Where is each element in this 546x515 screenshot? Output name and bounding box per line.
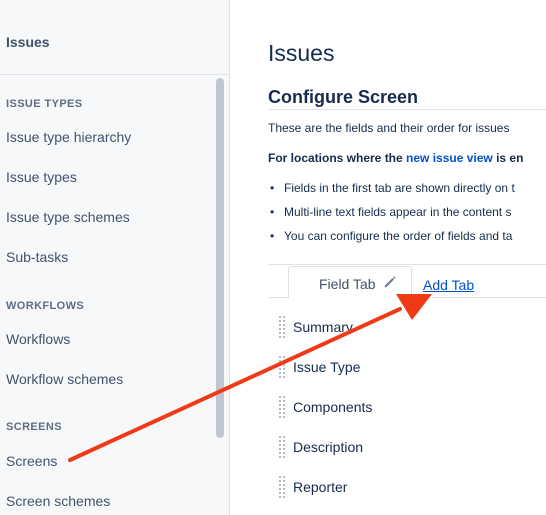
- sidebar-item-workflows[interactable]: Workflows: [6, 331, 70, 347]
- bullet-item: Fields in the first tab are shown direct…: [268, 181, 515, 205]
- sidebar-title: Issues: [6, 34, 50, 50]
- section-heading-workflows: WORKFLOWS: [6, 300, 85, 312]
- note-prefix: For locations where the: [268, 151, 407, 165]
- field-name: Components: [293, 399, 373, 415]
- sidebar-scrollbar[interactable]: [216, 78, 224, 438]
- sidebar: Issues ISSUE TYPES Issue type hierarchy …: [0, 0, 230, 515]
- tab-field-tab[interactable]: Field Tab: [288, 266, 412, 298]
- main-content: Issues Configure Screen These are the fi…: [230, 0, 546, 515]
- drag-handle-icon[interactable]: [278, 395, 286, 421]
- field-tab-label: Field Tab: [319, 276, 376, 292]
- sidebar-item-issue-type-schemes[interactable]: Issue type schemes: [6, 209, 130, 225]
- bullet-item: You can configure the order of fields an…: [268, 229, 515, 253]
- section-heading-issue-types: ISSUE TYPES: [6, 98, 83, 110]
- field-name: Summary: [293, 319, 353, 335]
- sidebar-item-workflow-schemes[interactable]: Workflow schemes: [6, 371, 123, 387]
- add-tab-link[interactable]: Add Tab: [423, 277, 474, 293]
- drag-handle-icon[interactable]: [278, 355, 286, 381]
- drag-handle-icon[interactable]: [278, 435, 286, 461]
- pencil-icon[interactable]: [383, 275, 397, 289]
- sidebar-item-screens[interactable]: Screens: [6, 453, 57, 469]
- field-name: Description: [293, 439, 364, 455]
- screen-description: These are the fields and their order for…: [268, 121, 510, 135]
- drag-handle-icon[interactable]: [278, 315, 286, 341]
- field-row-reporter[interactable]: Reporter: [276, 475, 546, 501]
- bullet-item: Multi-line text fields appear in the con…: [268, 205, 515, 229]
- configure-screen-heading: Configure Screen: [268, 87, 419, 107]
- admin-page: Issues ISSUE TYPES Issue type hierarchy …: [0, 0, 546, 515]
- sidebar-item-issue-types[interactable]: Issue types: [6, 169, 77, 185]
- section-heading-screens: SCREENS: [6, 421, 62, 433]
- sidebar-divider: [0, 74, 229, 75]
- note-suffix: is en: [492, 151, 524, 165]
- field-row-components[interactable]: Components: [276, 395, 546, 421]
- page-title: Issues: [268, 40, 335, 66]
- field-row-issue-type[interactable]: Issue Type: [276, 355, 546, 381]
- heading-divider: [268, 109, 546, 110]
- new-issue-view-link[interactable]: new issue view: [406, 151, 493, 165]
- drag-handle-icon[interactable]: [278, 475, 286, 501]
- field-row-summary[interactable]: Summary: [276, 315, 546, 341]
- field-row-description[interactable]: Description: [276, 435, 546, 461]
- info-bullets: Fields in the first tab are shown direct…: [268, 181, 515, 253]
- new-issue-view-note: For locations where the new issue view i…: [268, 151, 523, 165]
- sidebar-item-issue-type-hierarchy[interactable]: Issue type hierarchy: [6, 129, 131, 145]
- sidebar-item-sub-tasks[interactable]: Sub-tasks: [6, 249, 68, 265]
- field-name: Issue Type: [293, 359, 361, 375]
- tabs-top-border: [268, 264, 546, 265]
- sidebar-item-screen-schemes[interactable]: Screen schemes: [6, 493, 110, 509]
- field-name: Reporter: [293, 479, 348, 495]
